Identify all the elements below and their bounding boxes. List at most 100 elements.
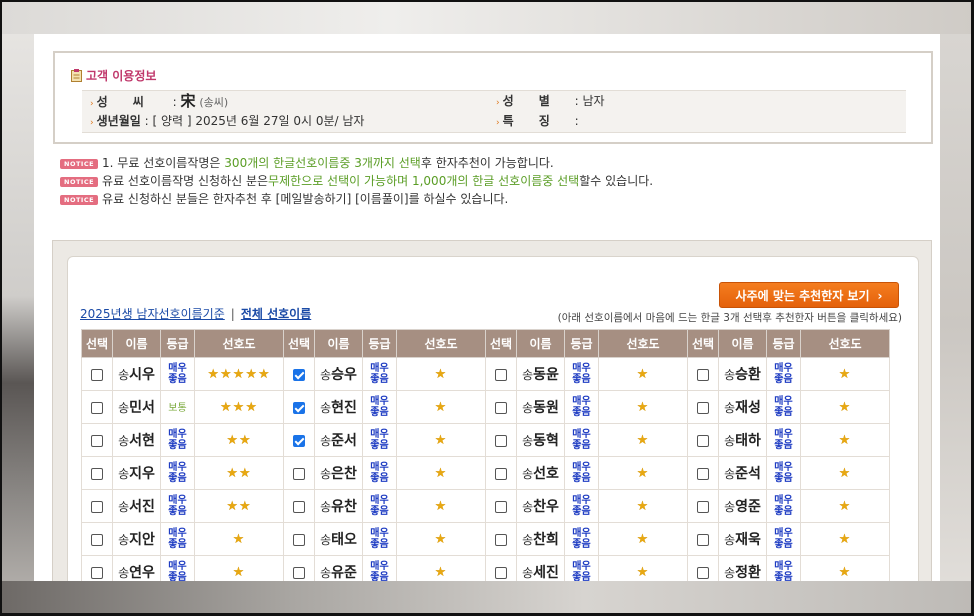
candidate-name: 송준서 [320,433,357,449]
name-select-checkbox[interactable] [91,500,103,513]
name-cell: 송승우 [314,357,363,391]
name-select-checkbox[interactable] [91,434,103,447]
name-select-checkbox[interactable] [91,467,103,480]
name-select-checkbox[interactable] [91,368,103,381]
name-select-checkbox[interactable] [697,401,709,414]
name-select-checkbox[interactable] [293,500,305,513]
name-given: 지우 [129,466,155,482]
grade-badge-best: 매우 좋음 [774,429,792,451]
grade-text: 매우 [370,363,389,374]
name-given: 정환 [735,565,761,581]
table-header-row: 선택 이름 등급 선호도 선택 이름 등급 선호도 선택 이름 등급 선호도 선택 이름 등급 선호도 [81,329,890,358]
name-given: 재욱 [735,532,761,548]
star-rating-icon: ★ [838,498,852,514]
candidate-name: 송태하 [724,433,761,449]
header-select: 선택 [687,329,719,358]
name-select-checkbox[interactable] [293,434,305,447]
name-surname: 송 [320,434,332,448]
name-given: 태오 [331,532,357,548]
preference-cell: ★ [598,489,688,523]
name-cell: 송지안 [112,522,161,556]
grade-badge-best: 매우 좋음 [370,363,388,385]
grade-badge-best: 매우 좋음 [168,561,186,581]
candidate-name: 송재욱 [724,532,761,548]
preference-cell: ★ [800,357,890,391]
name-select-checkbox[interactable] [91,401,103,414]
name-select-checkbox[interactable] [495,368,507,381]
name-select-checkbox[interactable] [495,467,507,480]
name-select-checkbox[interactable] [495,533,507,546]
name-cell: 송현진 [314,390,363,424]
notice-highlight: 300개의 한글선호이름중 3개까지 선택 [224,156,421,170]
name-cell: 송유준 [314,555,363,581]
header-preference: 선호도 [194,329,284,358]
grade-badge-best: 매우 좋음 [774,561,792,581]
name-surname: 송 [118,401,130,415]
name-select-checkbox[interactable] [293,566,305,579]
grade-cell: 매우 좋음 [766,555,801,581]
name-select-checkbox[interactable] [495,401,507,414]
name-surname: 송 [320,467,332,481]
filter-link-all[interactable]: 전체 선호이름 [241,307,311,321]
chevron-right-icon: › [877,289,883,303]
table-row: 송지우 매우 좋음 ★★ 송은찬 매우 좋음 ★ 송선호 매우 좋음 ★ 송준석 매우 좋음 ★ [81,456,890,490]
candidate-name: 송서현 [118,433,155,449]
preference-cell: ★ [598,390,688,424]
name-select-checkbox[interactable] [293,533,305,546]
name-select-checkbox[interactable] [697,566,709,579]
name-surname: 송 [118,368,130,382]
grade-badge-best: 매우 좋음 [572,561,590,581]
grade-cell: 매우 좋음 [766,456,801,490]
table-row: 송서진 매우 좋음 ★★ 송유찬 매우 좋음 ★ 송찬우 매우 좋음 ★ 송영준 매우 좋음 ★ [81,489,890,523]
bullet-arrow-icon: › [90,99,94,109]
filter-link-year[interactable]: 2025년생 남자선호이름기준 [80,307,225,321]
preference-cell: ★ [396,489,486,523]
name-select-checkbox[interactable] [495,566,507,579]
name-select-checkbox[interactable] [293,368,305,381]
name-select-checkbox[interactable] [495,434,507,447]
preference-cell: ★★★★★ [194,357,284,391]
preference-cell: ★ [598,522,688,556]
candidate-name: 송승환 [724,367,761,383]
name-select-checkbox[interactable] [697,533,709,546]
star-rating-icon: ★ [434,531,448,547]
name-select-checkbox[interactable] [697,500,709,513]
grade-cell: 매우 좋음 [362,555,397,581]
name-select-checkbox[interactable] [293,467,305,480]
filter-links: 2025년생 남자선호이름기준 | 전체 선호이름 [80,307,311,321]
name-select-checkbox[interactable] [91,533,103,546]
star-rating-icon: ★ [232,531,246,547]
grade-text: 좋음 [774,506,793,517]
name-select-checkbox[interactable] [697,467,709,480]
bullet-arrow-icon: › [496,118,500,128]
name-select-checkbox[interactable] [697,434,709,447]
grade-cell: 매우 좋음 [160,555,195,581]
recommend-hanja-button[interactable]: 사주에 맞는 추천한자 보기 › [719,282,899,308]
name-select-checkbox[interactable] [495,500,507,513]
star-rating-icon: ★ [636,366,650,382]
name-surname: 송 [724,566,736,580]
candidate-name: 송유찬 [320,499,357,515]
grade-text: 매우 [370,528,389,539]
name-select-checkbox[interactable] [91,566,103,579]
name-cell: 송찬우 [516,489,565,523]
select-cell [283,390,315,424]
grade-text: 좋음 [370,440,389,451]
customer-info-title: 고객 이용정보 [71,67,156,84]
name-given: 태하 [735,433,761,449]
name-surname: 송 [118,500,130,514]
background-photo-bottom [0,581,974,616]
star-rating-icon: ★ [434,465,448,481]
name-given: 재성 [735,400,761,416]
name-given: 세진 [533,565,559,581]
grade-text: 매우 [370,396,389,407]
feature-label: 특 징 [502,114,550,128]
preference-cell: ★ [598,555,688,581]
candidate-name: 송세진 [522,565,559,581]
name-select-checkbox[interactable] [697,368,709,381]
name-surname: 송 [724,368,736,382]
name-select-checkbox[interactable] [293,401,305,414]
bullet-arrow-icon: › [496,98,500,108]
name-given: 선호 [533,466,559,482]
star-rating-icon: ★ [434,498,448,514]
